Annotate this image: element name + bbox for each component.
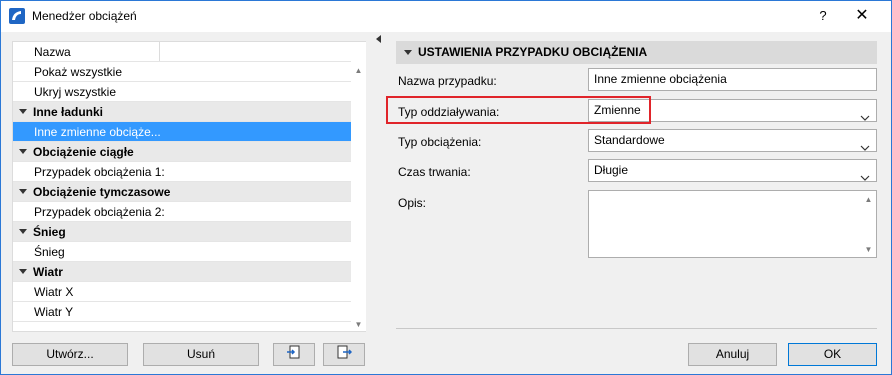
case-name-label: Nazwa przypadku: [398, 74, 497, 88]
list-item[interactable]: Przypadek obciążenia 1: [13, 162, 351, 182]
title-bar: Menedżer obciążeń ? ✕ [1, 1, 891, 32]
list-item-label: Ukryj wszystkie [34, 85, 117, 99]
load-manager-dialog: Menedżer obciążeń ? ✕ Nazwa Pokaż wszyst… [0, 0, 892, 375]
expand-triangle-icon[interactable] [19, 229, 27, 234]
description-scrollbar[interactable]: ▲ ▼ [861, 191, 876, 257]
list-group-header[interactable]: Śnieg [13, 222, 351, 242]
section-title: USTAWIENIA PRZYPADKU OBCIĄŻENIA [418, 45, 648, 59]
app-icon [9, 8, 25, 24]
chevron-down-icon [860, 167, 870, 188]
chevron-down-icon [860, 107, 870, 128]
import-icon [286, 344, 302, 367]
highlight-frame [386, 96, 651, 124]
list-item[interactable]: Inne zmienne obciąże... [13, 122, 351, 142]
list-item-label: Przypadek obciążenia 1: [34, 165, 165, 179]
chevron-down-icon [860, 137, 870, 158]
list-item-label: Wiatr X [34, 285, 74, 299]
duration-value: Długie [594, 163, 629, 177]
list-item[interactable]: Wiatr Y [13, 302, 351, 322]
expand-triangle-icon[interactable] [19, 189, 27, 194]
case-name-input[interactable]: Inne zmienne obciążenia [588, 68, 877, 91]
collapse-panel-icon[interactable] [376, 35, 381, 43]
import-button[interactable] [273, 343, 315, 366]
scroll-down-icon[interactable]: ▼ [864, 245, 873, 254]
scroll-down-icon[interactable]: ▼ [354, 320, 363, 329]
list-item-label: Pokaż wszystkie [34, 65, 123, 79]
column-name-label: Nazwa [34, 45, 71, 59]
expand-triangle-icon[interactable] [19, 149, 27, 154]
list-item-label: Śnieg [34, 245, 65, 259]
settings-section-header[interactable]: USTAWIENIA PRZYPADKU OBCIĄŻENIA [396, 41, 877, 64]
export-icon [336, 344, 353, 367]
cancel-button[interactable]: Anuluj [688, 343, 777, 366]
scroll-up-icon[interactable]: ▲ [864, 195, 873, 204]
load-case-tree: Nazwa Pokaż wszystkie Ukryj wszystkie Inne… [13, 42, 351, 322]
help-button[interactable]: ? [815, 8, 831, 24]
duration-select[interactable]: Długie [588, 159, 877, 182]
scroll-up-icon[interactable]: ▲ [354, 66, 363, 75]
list-item-label: Wiatr [33, 265, 63, 279]
list-item-label: Inne zmienne obciąże... [34, 125, 161, 139]
delete-button[interactable]: Usuń [143, 343, 259, 366]
list-item-label: Śnieg [33, 225, 66, 239]
duration-label: Czas trwania: [398, 165, 471, 179]
close-button[interactable]: ✕ [852, 6, 872, 26]
load-case-list: Nazwa Pokaż wszystkie Ukryj wszystkie Inne… [12, 41, 366, 332]
description-label: Opis: [398, 196, 427, 210]
list-item[interactable]: Ukryj wszystkie [13, 82, 351, 102]
description-textarea[interactable]: ▲ ▼ [588, 190, 877, 258]
list-item-label: Wiatr Y [34, 305, 74, 319]
list-item-label: Obciążenie ciągłe [33, 145, 134, 159]
list-item[interactable]: Przypadek obciążenia 2: [13, 202, 351, 222]
load-type-value: Standardowe [594, 133, 665, 147]
list-group-header[interactable]: Obciążenie tymczasowe [13, 182, 351, 202]
column-divider[interactable] [159, 42, 160, 61]
section-collapse-icon [404, 50, 412, 55]
create-button[interactable]: Utwórz... [12, 343, 128, 366]
export-button[interactable] [323, 343, 365, 366]
list-scrollbar[interactable]: ▲ ▼ [351, 42, 366, 331]
load-type-select[interactable]: Standardowe [588, 129, 877, 152]
window-title: Menedżer obciążeń [32, 9, 137, 23]
list-item-label: Inne ładunki [33, 105, 104, 119]
list-group-header[interactable]: Inne ładunki [13, 102, 351, 122]
list-group-header[interactable]: Obciążenie ciągłe [13, 142, 351, 162]
list-item-label: Przypadek obciążenia 2: [34, 205, 165, 219]
ok-button[interactable]: OK [788, 343, 877, 366]
list-item[interactable]: Wiatr X [13, 282, 351, 302]
list-item[interactable]: Pokaż wszystkie [13, 62, 351, 82]
list-column-header[interactable]: Nazwa [13, 42, 351, 62]
divider [396, 328, 877, 329]
list-item-label: Obciążenie tymczasowe [33, 185, 171, 199]
list-item[interactable]: Śnieg [13, 242, 351, 262]
expand-triangle-icon[interactable] [19, 109, 27, 114]
list-group-header[interactable]: Wiatr [13, 262, 351, 282]
expand-triangle-icon[interactable] [19, 269, 27, 274]
load-type-label: Typ obciążenia: [398, 135, 482, 149]
